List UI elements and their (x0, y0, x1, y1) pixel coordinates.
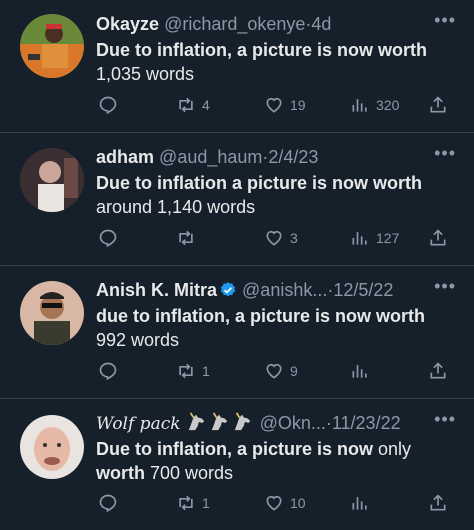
retweet-icon (179, 495, 193, 511)
retweet-button[interactable]: 1 (176, 492, 210, 514)
reply-button[interactable] (98, 227, 124, 249)
timestamp[interactable]: 11/23/22 (332, 413, 401, 433)
like-button[interactable]: 9 (264, 360, 298, 382)
reply-button[interactable] (98, 94, 124, 116)
views-button[interactable]: 127 (350, 227, 399, 249)
tweet-text-bold: Due to inflation a picture is now worth (96, 173, 423, 193)
tweet[interactable]: Anish K. Mitra @anishk...·12/5/22 ••• du… (0, 266, 474, 399)
avatar[interactable] (20, 148, 84, 212)
avatar-image (20, 148, 84, 212)
reply-icon (99, 96, 117, 115)
verified-icon (220, 282, 236, 297)
handle[interactable]: @anishk... (242, 280, 327, 300)
handle[interactable]: @aud_haum (159, 147, 262, 167)
like-count: 3 (290, 230, 298, 246)
timestamp[interactable]: 4d (311, 14, 331, 34)
reply-icon (99, 362, 117, 381)
views-icon (352, 365, 367, 378)
tweet-text: Due to inflation, a picture is now worth… (96, 38, 452, 86)
tweet-text: Due to inflation, a picture is now only … (96, 437, 452, 485)
action-bar: 1 9 (96, 360, 454, 382)
tweet[interactable]: adham @aud_haum·2/4/23 ••• Due to inflat… (0, 133, 474, 266)
retweet-count: 4 (202, 97, 210, 113)
tweet-text-normal: 992 words (96, 330, 180, 350)
share-button[interactable] (428, 492, 454, 514)
reply-button[interactable] (98, 492, 124, 514)
avatar-image (20, 281, 84, 345)
display-name[interactable]: Anish K. Mitra (96, 280, 217, 300)
display-name[interactable]: Okayze (96, 14, 159, 34)
like-button[interactable]: 19 (264, 94, 306, 116)
share-button[interactable] (428, 227, 454, 249)
avatar-image (20, 14, 84, 78)
tweet-text-normal: 700 words (145, 463, 234, 483)
tweet-text-normal: only (373, 439, 412, 459)
action-bar: 4 19 320 (96, 94, 454, 116)
like-icon (266, 495, 282, 511)
avatar-image (20, 415, 84, 479)
retweet-icon (179, 97, 193, 113)
like-count: 10 (290, 495, 306, 511)
share-icon (430, 494, 446, 511)
like-icon (266, 363, 282, 379)
display-name[interactable]: adham (96, 147, 154, 167)
avatar[interactable] (20, 14, 84, 78)
share-button[interactable] (428, 94, 454, 116)
retweet-button[interactable]: 1 (176, 360, 210, 382)
like-count: 19 (290, 97, 306, 113)
action-bar: 1 10 (96, 492, 454, 514)
avatar[interactable] (20, 281, 84, 345)
views-icon (352, 232, 367, 245)
retweet-count: 1 (202, 495, 210, 511)
views-icon (352, 99, 367, 112)
tweet-text-bold: due to inflation, a picture is now worth (96, 306, 426, 326)
more-options-icon[interactable]: ••• (434, 409, 456, 430)
avatar[interactable] (20, 415, 84, 479)
tweet[interactable]: Wolf pack @Okn...·11/23/22 ••• Due to in… (0, 399, 474, 530)
views-button[interactable] (350, 492, 376, 514)
timestamp[interactable]: 12/5/22 (333, 280, 393, 300)
tweet-text-bold: Due to inflation, a picture is now worth (96, 40, 428, 60)
like-count: 9 (290, 363, 298, 379)
handle[interactable]: @richard_okenye (164, 14, 305, 34)
share-icon (430, 229, 446, 246)
retweet-button[interactable] (176, 227, 202, 249)
views-button[interactable] (350, 360, 376, 382)
retweet-icon (179, 230, 193, 246)
handle[interactable]: @Okn... (260, 413, 326, 433)
reply-button[interactable] (98, 360, 124, 382)
reply-icon (99, 229, 117, 248)
like-icon (266, 230, 282, 246)
reply-icon (99, 494, 117, 513)
views-icon (352, 497, 367, 510)
retweet-count: 1 (202, 363, 210, 379)
tweet-text-normal: 1,035 words (96, 64, 195, 84)
timestamp[interactable]: 2/4/23 (268, 147, 318, 167)
like-icon (266, 97, 282, 113)
share-icon (430, 96, 446, 113)
tweet-text-normal: around 1,140 words (96, 197, 256, 217)
more-options-icon[interactable]: ••• (434, 10, 456, 31)
unicorn-icon (188, 412, 204, 431)
more-options-icon[interactable]: ••• (434, 276, 456, 297)
tweet[interactable]: Okayze @richard_okenye·4d ••• Due to inf… (0, 0, 474, 133)
action-bar: 3 127 (96, 227, 454, 249)
views-count: 320 (376, 97, 400, 113)
tweet-text-bold: Due to inflation, a picture is now (96, 439, 374, 459)
tweet-text-bold: worth (96, 463, 145, 483)
tweet-text: due to inflation, a picture is now worth… (96, 304, 452, 352)
views-count: 127 (376, 230, 400, 246)
share-icon (430, 362, 446, 379)
retweet-icon (179, 363, 193, 379)
more-options-icon[interactable]: ••• (434, 143, 456, 164)
display-name[interactable]: Wolf pack (96, 414, 181, 434)
like-button[interactable]: 3 (264, 227, 298, 249)
retweet-button[interactable]: 4 (176, 94, 210, 116)
unicorn-icon (211, 412, 227, 431)
like-button[interactable]: 10 (264, 492, 306, 514)
share-button[interactable] (428, 360, 454, 382)
tweet-text: Due to inflation a picture is now worth … (96, 171, 452, 219)
unicorn-icon (234, 412, 250, 431)
views-button[interactable]: 320 (350, 94, 399, 116)
